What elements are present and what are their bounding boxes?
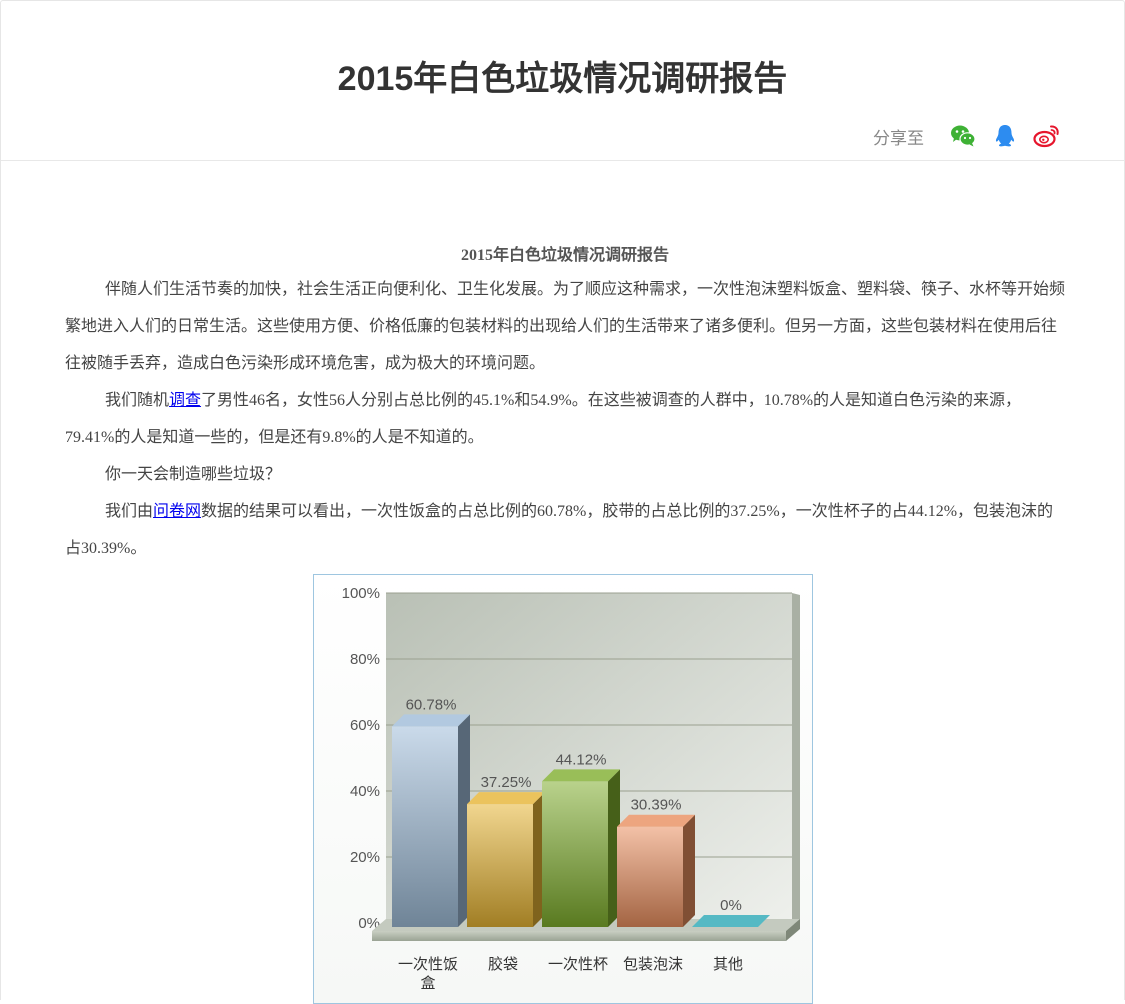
bar-chart: 0% 20% 40% 60% 80% 100% 60.78% 一次性饭盒 37.25% 胶袋 44.… [313,574,813,1004]
y-tick-label: 100% [342,585,380,602]
y-tick-label: 40% [350,783,380,800]
data-label: 44.12% [556,751,607,768]
article-paragraph-question: 你一天会制造哪些垃圾？ [105,466,282,483]
data-label: 0% [720,897,742,914]
x-tick-label: 盒 [420,974,435,992]
bar [392,726,458,927]
qq-icon[interactable] [990,121,1020,151]
x-tick-label: 包装泡沫 [623,955,683,973]
bar-top [617,814,695,827]
bar-top [692,915,770,927]
page-title: 2015年白色垃圾情况调研报告 [337,60,788,98]
x-tick-label: 一次性杯 [548,955,608,973]
data-label: 37.25% [481,774,532,791]
bar-top [392,714,470,727]
chart-floor-front [372,931,786,941]
article-paragraph-survey: 我们随机调查了男性46名，女性56人分别占总比例的45.1%和54.9%。在这些… [65,382,1065,456]
x-tick-label: 胶袋 [488,955,518,973]
bar [617,826,683,927]
y-tick-label: 80% [350,651,380,668]
bar [542,781,608,927]
wechat-icon[interactable] [948,121,978,151]
article-paragraph-intro: 伴随人们生活节奏的加快，社会生活正向便利化、卫生化发展。为了顺应这种需求，一次性… [65,281,1066,372]
x-tick-label: 其他 [713,955,743,973]
share-label: 分享至 [873,128,924,148]
y-tick-label: 60% [350,717,380,734]
survey-link[interactable]: 调查 [169,392,201,409]
report-page: 2015年白色垃圾情况调研报告 分享至 2015年白色垃圾情况调研报告 伴随人们… [0,0,1125,1004]
article-body: 2015年白色垃圾情况调研报告 伴随人们生活节奏的加快，社会生活正向便利化、卫生… [65,241,1065,567]
paragraph-text: 我们随机 [105,392,170,409]
article-paragraph-results: 我们由问卷网数据的结果可以看出，一次性饭盒的占总比例的60.78%，胶带的占总比… [65,493,1065,567]
wenjuan-link[interactable]: 问卷网 [153,503,201,520]
paragraph-text: 了男性46名，女性56人分别占总比例的45.1%和54.9%。在这些被调查的人群… [65,392,1022,446]
bar-chart-svg: 0% 20% 40% 60% 80% 100% 60.78% 一次性饭盒 37.25% 胶袋 44.… [342,585,800,992]
bar [467,804,533,927]
y-tick-label: 20% [350,849,380,866]
data-label: 60.78% [406,696,457,713]
plot-side-wall [792,593,800,929]
weibo-icon[interactable] [1032,121,1062,151]
article-title: 2015年白色垃圾情况调研报告 [460,247,669,264]
bar-top [542,769,620,782]
page-header: 2015年白色垃圾情况调研报告 分享至 [1,1,1124,161]
paragraph-text: 数据的结果可以看出，一次性饭盒的占总比例的60.78%，胶带的占总比例的37.2… [65,503,1054,557]
bar-side [683,814,695,927]
data-label: 30.39% [631,797,682,814]
paragraph-text: 我们由 [105,503,154,520]
x-tick-label: 一次性饭 [398,955,458,973]
share-bar: 分享至 [873,121,1062,151]
bar-top [467,792,545,805]
